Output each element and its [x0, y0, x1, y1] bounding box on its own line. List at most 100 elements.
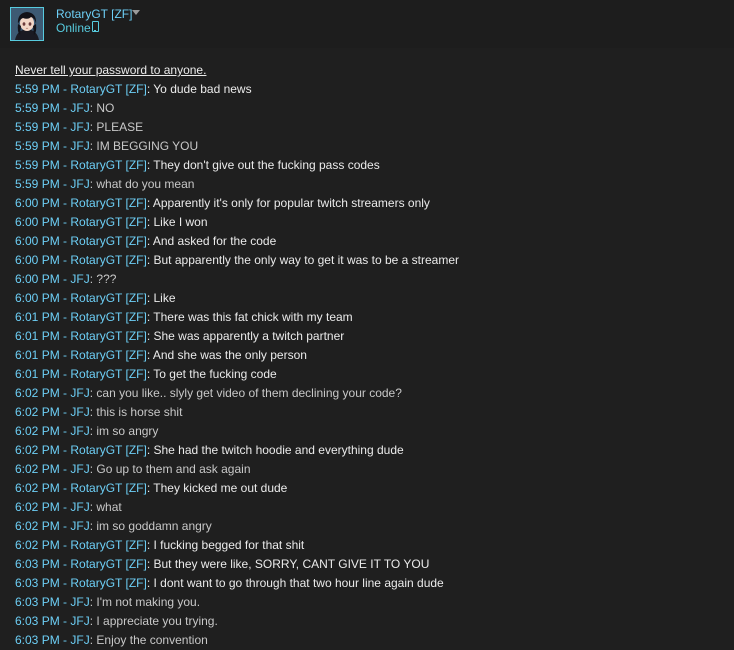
message-meta: 5:59 PM - JFJ: [15, 101, 90, 115]
message-sender[interactable]: RotaryGT [ZF]: [70, 481, 146, 495]
message-text: Yo dude bad news: [153, 82, 252, 96]
message-sender[interactable]: RotaryGT [ZF]: [70, 576, 146, 590]
message-timestamp: 6:03 PM: [15, 614, 60, 628]
message-text: She was apparently a twitch partner: [153, 329, 345, 343]
message-timestamp: 6:02 PM: [15, 519, 60, 533]
chat-message: 6:03 PM - RotaryGT [ZF]: But they were l…: [15, 557, 430, 571]
chat-message: 6:03 PM - JFJ: Enjoy the convention: [15, 633, 208, 647]
message-text: Go up to them and ask again: [96, 462, 251, 476]
message-sender[interactable]: RotaryGT [ZF]: [70, 348, 146, 362]
message-meta: 6:01 PM - RotaryGT [ZF]: [15, 367, 147, 381]
mobile-phone-icon: [92, 21, 99, 32]
chat-message: 6:02 PM - JFJ: Go up to them and ask aga…: [15, 462, 251, 476]
chat-message: 6:02 PM - JFJ: can you like.. slyly get …: [15, 386, 402, 400]
chat-message: 6:02 PM - RotaryGT [ZF]: They kicked me …: [15, 481, 288, 495]
message-sender[interactable]: RotaryGT [ZF]: [70, 196, 146, 210]
message-sender[interactable]: RotaryGT [ZF]: [70, 557, 146, 571]
avatar[interactable]: [10, 7, 44, 41]
message-sender[interactable]: JFJ: [70, 462, 89, 476]
message-text: Like: [153, 291, 176, 305]
message-sender[interactable]: RotaryGT [ZF]: [70, 234, 146, 248]
message-text: what do you mean: [96, 177, 195, 191]
chat-message: 6:00 PM - RotaryGT [ZF]: Like I won: [15, 215, 208, 229]
chat-message: 5:59 PM - JFJ: IM BEGGING YOU: [15, 139, 199, 153]
message-text: this is horse shit: [96, 405, 183, 419]
message-sender[interactable]: JFJ: [70, 177, 89, 191]
message-meta: 5:59 PM - JFJ: [15, 120, 90, 134]
message-meta: 6:03 PM - RotaryGT [ZF]: [15, 576, 147, 590]
message-sender[interactable]: JFJ: [70, 386, 89, 400]
message-sender[interactable]: JFJ: [70, 633, 89, 647]
message-meta: 6:00 PM - RotaryGT [ZF]: [15, 291, 147, 305]
message-sender[interactable]: JFJ: [70, 519, 89, 533]
message-timestamp: 6:00 PM: [15, 291, 60, 305]
chat-message: 6:00 PM - JFJ: ???: [15, 272, 117, 286]
message-sender[interactable]: JFJ: [70, 120, 89, 134]
chat-message: 6:02 PM - JFJ: im so angry: [15, 424, 159, 438]
message-sender[interactable]: RotaryGT [ZF]: [70, 291, 146, 305]
message-sender[interactable]: JFJ: [70, 139, 89, 153]
message-timestamp: 6:03 PM: [15, 576, 60, 590]
chat-message: 6:00 PM - RotaryGT [ZF]: Like: [15, 291, 176, 305]
message-text: can you like.. slyly get video of them d…: [96, 386, 402, 400]
message-meta: 6:01 PM - RotaryGT [ZF]: [15, 348, 147, 362]
message-text: And she was the only person: [152, 348, 307, 362]
message-text: To get the fucking code: [153, 367, 277, 381]
message-sender[interactable]: JFJ: [70, 272, 89, 286]
message-meta: 5:59 PM - JFJ: [15, 177, 90, 191]
message-timestamp: 6:02 PM: [15, 481, 60, 495]
message-sender[interactable]: JFJ: [70, 405, 89, 419]
chat-message: 6:02 PM - JFJ: im so goddamn angry: [15, 519, 212, 533]
message-text: im so goddamn angry: [96, 519, 212, 533]
chat-message: 6:02 PM - JFJ: this is horse shit: [15, 405, 183, 419]
message-meta: 6:00 PM - RotaryGT [ZF]: [15, 234, 147, 248]
message-sender[interactable]: RotaryGT [ZF]: [70, 538, 146, 552]
message-timestamp: 6:03 PM: [15, 557, 60, 571]
chevron-down-icon[interactable]: [132, 10, 140, 15]
message-text: They don't give out the fucking pass cod…: [153, 158, 380, 172]
message-sender[interactable]: JFJ: [70, 500, 89, 514]
message-sender[interactable]: RotaryGT [ZF]: [70, 443, 146, 457]
message-timestamp: 5:59 PM: [15, 177, 60, 191]
message-text: But they were like, SORRY, CANT GIVE IT …: [153, 557, 430, 571]
message-sender[interactable]: JFJ: [70, 595, 89, 609]
password-warning: Never tell your password to anyone.: [15, 63, 207, 77]
message-sender[interactable]: RotaryGT [ZF]: [70, 310, 146, 324]
message-meta: 6:02 PM - RotaryGT [ZF]: [15, 538, 147, 552]
message-sender[interactable]: RotaryGT [ZF]: [70, 329, 146, 343]
message-text: PLEASE: [96, 120, 144, 134]
message-meta: 6:00 PM - JFJ: [15, 272, 90, 286]
username[interactable]: RotaryGT [ZF]: [56, 7, 132, 21]
message-timestamp: 6:01 PM: [15, 367, 60, 381]
message-text: I appreciate you trying.: [96, 614, 218, 628]
message-timestamp: 6:02 PM: [15, 386, 60, 400]
message-text: Apparently it's only for popular twitch …: [152, 196, 430, 210]
chat-message: 5:59 PM - JFJ: NO: [15, 101, 115, 115]
chat-message: 5:59 PM - RotaryGT [ZF]: Yo dude bad new…: [15, 82, 252, 96]
message-meta: 6:02 PM - JFJ: [15, 386, 90, 400]
message-text: im so angry: [96, 424, 159, 438]
message-meta: 6:03 PM - JFJ: [15, 614, 90, 628]
message-sender[interactable]: RotaryGT [ZF]: [70, 158, 146, 172]
message-timestamp: 6:02 PM: [15, 443, 60, 457]
message-sender[interactable]: RotaryGT [ZF]: [70, 367, 146, 381]
message-meta: 5:59 PM - RotaryGT [ZF]: [15, 158, 147, 172]
chat-message: 6:02 PM - JFJ: what: [15, 500, 122, 514]
message-sender[interactable]: RotaryGT [ZF]: [70, 82, 146, 96]
message-sender[interactable]: JFJ: [70, 614, 89, 628]
message-text: They kicked me out dude: [153, 481, 288, 495]
message-timestamp: 6:02 PM: [15, 500, 60, 514]
chat-message: 6:01 PM - RotaryGT [ZF]: There was this …: [15, 310, 353, 324]
chat-message: 6:00 PM - RotaryGT [ZF]: And asked for t…: [15, 234, 277, 248]
message-sender[interactable]: RotaryGT [ZF]: [70, 253, 146, 267]
message-sender[interactable]: JFJ: [70, 101, 89, 115]
message-meta: 6:00 PM - RotaryGT [ZF]: [15, 253, 147, 267]
message-meta: 6:03 PM - JFJ: [15, 633, 90, 647]
message-meta: 5:59 PM - JFJ: [15, 139, 90, 153]
message-sender[interactable]: JFJ: [70, 424, 89, 438]
message-timestamp: 5:59 PM: [15, 120, 60, 134]
message-meta: 6:00 PM - RotaryGT [ZF]: [15, 196, 147, 210]
message-sender[interactable]: RotaryGT [ZF]: [70, 215, 146, 229]
chat-message: 5:59 PM - JFJ: PLEASE: [15, 120, 144, 134]
message-meta: 6:01 PM - RotaryGT [ZF]: [15, 310, 147, 324]
